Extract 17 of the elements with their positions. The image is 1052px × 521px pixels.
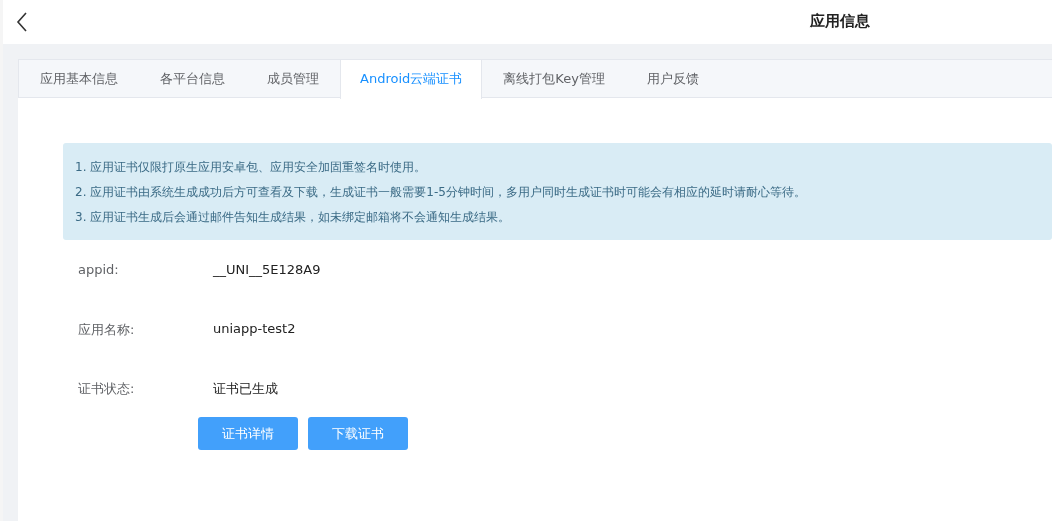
field-value: 证书已生成 [213,380,278,398]
field-label: 应用名称: [77,321,136,339]
tab[interactable]: 离线打包Key管理 [482,60,626,97]
field-value: uniapp-test2 [213,321,296,336]
back-icon[interactable] [16,12,28,32]
page-title: 应用信息 [810,12,870,31]
tab[interactable]: 成员管理 [246,60,340,97]
tab[interactable]: 应用基本信息 [19,60,139,97]
notice-text: 3. 应用证书生成后会通过邮件告知生成结果，如未绑定邮箱将不会通知生成结果。 [75,209,512,226]
tab[interactable]: 用户反馈 [625,60,720,97]
field-value: __UNI__5E128A9 [213,262,321,277]
tab[interactable]: Android云端证书 [340,60,483,99]
field-label: appid: [77,262,120,277]
tab[interactable]: 各平台信息 [139,60,246,97]
notice-text: 2. 应用证书由系统生成成功后方可查看及下载，生成证书一般需要1-5分钟时间，多用户同时生成证书时可能会有相应的延时请耐心等待。 [75,184,807,201]
notice-text: 1. 应用证书仅限打原生应用安卓包、应用安全加固重签名时使用。 [75,159,428,176]
field-label: 证书状态: [77,380,136,398]
